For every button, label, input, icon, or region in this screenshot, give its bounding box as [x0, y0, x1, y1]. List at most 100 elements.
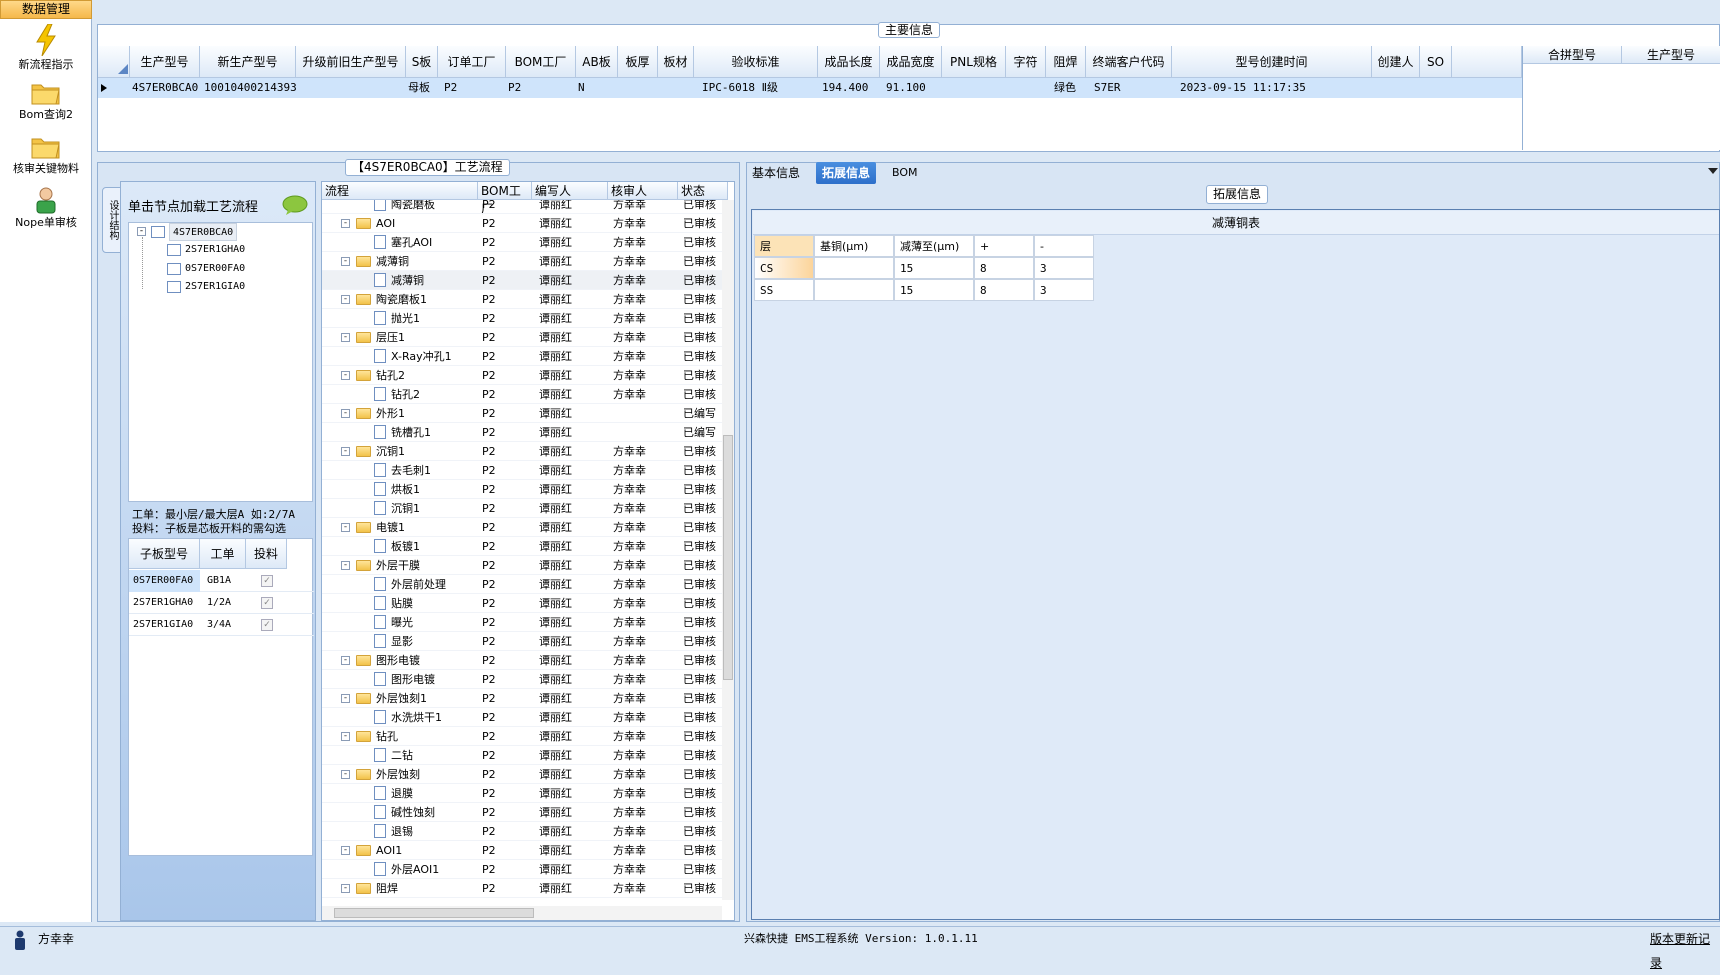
collapse-icon[interactable]: - — [341, 884, 350, 893]
collapse-icon[interactable]: - — [341, 295, 350, 304]
flow-row[interactable]: - AOI1 P2 谭丽红 方幸幸 已审核 — [322, 841, 726, 860]
flow-row[interactable]: 减薄铜 P2 谭丽红 方幸幸 已审核 — [322, 271, 726, 290]
collapse-icon[interactable]: - — [341, 219, 350, 228]
flow-row[interactable]: 退锡 P2 谭丽红 方幸幸 已审核 — [322, 822, 726, 841]
col-header[interactable]: 升级前旧生产型号 — [296, 46, 406, 78]
table-row[interactable]: 4S7ER0BCA0 10010400214393 母板 P2 P2 N IPC… — [98, 78, 1522, 98]
flow-row[interactable]: - 外形1 P2 谭丽红 已编写 — [322, 404, 726, 423]
col-header[interactable]: 状态 — [678, 182, 728, 200]
col-header[interactable]: 阻焊 — [1046, 46, 1086, 78]
flow-row[interactable]: - 钻孔 P2 谭丽红 方幸幸 已审核 — [322, 727, 726, 746]
cell-plus[interactable]: 8 — [974, 279, 1034, 301]
flow-row[interactable]: - 阻焊 P2 谭丽红 方幸幸 已审核 — [322, 879, 726, 898]
vertical-scrollbar[interactable] — [722, 200, 734, 900]
col-header[interactable]: 基铜(μm) — [814, 235, 894, 257]
col-header[interactable]: 订单工厂 — [438, 46, 506, 78]
cell-minus[interactable]: 3 — [1034, 279, 1094, 301]
col-header[interactable]: 流程 — [322, 182, 478, 200]
cell-thin[interactable]: 15 — [894, 279, 974, 301]
chevron-down-icon[interactable] — [1708, 168, 1718, 176]
table-row[interactable]: 2S7ER1GIA0 3/4A ✓ — [129, 614, 314, 636]
collapse-icon[interactable]: - — [341, 656, 350, 665]
col-header[interactable]: 子板型号 — [129, 539, 200, 569]
collapse-icon[interactable]: - — [341, 447, 350, 456]
col-header[interactable]: AB板 — [576, 46, 618, 78]
collapse-icon[interactable]: - — [341, 523, 350, 532]
collapse-icon[interactable]: - — [341, 333, 350, 342]
col-header[interactable]: PNL规格 — [942, 46, 1006, 78]
nav-item-nope-review[interactable]: Nope单审核 — [0, 186, 92, 230]
flow-row[interactable]: 外层AOI1 P2 谭丽红 方幸幸 已审核 — [322, 860, 726, 879]
cell-base[interactable] — [814, 279, 894, 301]
col-header[interactable]: 创建人 — [1372, 46, 1420, 78]
flow-row[interactable]: - 钻孔2 P2 谭丽红 方幸幸 已审核 — [322, 366, 726, 385]
cell-plus[interactable]: 8 — [974, 257, 1034, 279]
feed-checkbox[interactable]: ✓ — [261, 597, 273, 609]
flow-row[interactable]: - 减薄铜 P2 谭丽红 方幸幸 已审核 — [322, 252, 726, 271]
flow-row[interactable]: - 外层蚀刻1 P2 谭丽红 方幸幸 已审核 — [322, 689, 726, 708]
flow-row[interactable]: 外层前处理 P2 谭丽红 方幸幸 已审核 — [322, 575, 726, 594]
update-log-link[interactable]: 版本更新记录 — [1650, 927, 1720, 975]
table-row[interactable]: 2S7ER1GHA0 1/2A ✓ — [129, 592, 314, 614]
col-header[interactable]: SO — [1420, 46, 1452, 78]
flow-row[interactable]: 板镀1 P2 谭丽红 方幸幸 已审核 — [322, 537, 726, 556]
nav-item-new-flow[interactable]: 新流程指示 — [0, 24, 92, 72]
flow-row[interactable]: 显影 P2 谭丽红 方幸幸 已审核 — [322, 632, 726, 651]
flow-row[interactable]: 贴膜 P2 谭丽红 方幸幸 已审核 — [322, 594, 726, 613]
flow-row[interactable]: 图形电镀 P2 谭丽红 方幸幸 已审核 — [322, 670, 726, 689]
nav-item-bom-query[interactable]: Bom查询2 — [0, 80, 92, 122]
col-header[interactable]: 生产型号 — [1622, 46, 1720, 64]
flow-row[interactable]: - 层压1 P2 谭丽红 方幸幸 已审核 — [322, 328, 726, 347]
flow-row[interactable]: - 图形电镀 P2 谭丽红 方幸幸 已审核 — [322, 651, 726, 670]
flow-row[interactable]: - 外层干膜 P2 谭丽红 方幸幸 已审核 — [322, 556, 726, 575]
col-header[interactable]: 生产型号 — [130, 46, 200, 78]
flow-row[interactable]: X-Ray冲孔1 P2 谭丽红 方幸幸 已审核 — [322, 347, 726, 366]
col-header[interactable]: 减薄至(μm) — [894, 235, 974, 257]
flow-row[interactable]: 抛光1 P2 谭丽红 方幸幸 已审核 — [322, 309, 726, 328]
collapse-icon[interactable]: - — [341, 561, 350, 570]
side-tab-design-structure[interactable]: 设计结构 — [102, 187, 122, 253]
col-header[interactable]: 验收标准 — [694, 46, 818, 78]
col-header[interactable]: 新生产型号 — [200, 46, 296, 78]
col-header[interactable]: 字符 — [1006, 46, 1046, 78]
cell-layer[interactable]: SS — [754, 279, 814, 301]
col-header[interactable]: 板厚 — [618, 46, 658, 78]
col-header[interactable]: 终端客户代码 — [1086, 46, 1172, 78]
collapse-icon[interactable]: - — [341, 257, 350, 266]
flow-row[interactable]: 曝光 P2 谭丽红 方幸幸 已审核 — [322, 613, 726, 632]
flow-row[interactable]: 陶瓷磨板 P2 谭丽红 方幸幸 已审核 — [322, 200, 726, 214]
col-header[interactable]: BOM工厂 — [478, 182, 532, 216]
col-header[interactable]: 核审人 — [608, 182, 678, 200]
flow-row[interactable]: 水洗烘干1 P2 谭丽红 方幸幸 已审核 — [322, 708, 726, 727]
flow-row[interactable]: - AOI P2 谭丽红 方幸幸 已审核 — [322, 214, 726, 233]
tree-node[interactable]: 0S7ER00FA0 — [185, 260, 245, 278]
flow-row[interactable]: - 外层蚀刻 P2 谭丽红 方幸幸 已审核 — [322, 765, 726, 784]
flow-row[interactable]: 烘板1 P2 谭丽红 方幸幸 已审核 — [322, 480, 726, 499]
flow-row[interactable]: 去毛刺1 P2 谭丽红 方幸幸 已审核 — [322, 461, 726, 480]
cell-thin[interactable]: 15 — [894, 257, 974, 279]
col-header[interactable]: 板材 — [658, 46, 694, 78]
flow-row[interactable]: 退膜 P2 谭丽红 方幸幸 已审核 — [322, 784, 726, 803]
flow-row[interactable]: - 沉铜1 P2 谭丽红 方幸幸 已审核 — [322, 442, 726, 461]
flow-row[interactable]: - 陶瓷磨板1 P2 谭丽红 方幸幸 已审核 — [322, 290, 726, 309]
scroll-thumb[interactable] — [723, 435, 733, 680]
col-header[interactable]: 编写人 — [532, 182, 608, 200]
col-header[interactable]: 型号创建时间 — [1172, 46, 1372, 78]
flow-row[interactable]: 沉铜1 P2 谭丽红 方幸幸 已审核 — [322, 499, 726, 518]
tree-node[interactable]: 2S7ER1GIA0 — [185, 278, 245, 296]
collapse-icon[interactable]: - — [137, 227, 146, 236]
collapse-icon[interactable]: - — [341, 846, 350, 855]
tab-bom[interactable]: BOM — [886, 162, 924, 184]
flow-row[interactable]: 二钻 P2 谭丽红 方幸幸 已审核 — [322, 746, 726, 765]
col-header[interactable]: 成品长度 — [818, 46, 880, 78]
col-header[interactable]: - — [1034, 235, 1094, 257]
col-header[interactable]: 合拼型号 — [1523, 46, 1622, 64]
flow-row[interactable]: 钻孔2 P2 谭丽红 方幸幸 已审核 — [322, 385, 726, 404]
nav-item-key-material[interactable]: 核审关键物料 — [0, 134, 92, 176]
collapse-icon[interactable]: - — [341, 409, 350, 418]
cell-base[interactable] — [814, 257, 894, 279]
col-header[interactable]: + — [974, 235, 1034, 257]
flow-row[interactable]: 铣槽孔1 P2 谭丽红 已编写 — [322, 423, 726, 442]
cell-layer[interactable]: CS — [754, 257, 814, 279]
collapse-icon[interactable]: - — [341, 694, 350, 703]
